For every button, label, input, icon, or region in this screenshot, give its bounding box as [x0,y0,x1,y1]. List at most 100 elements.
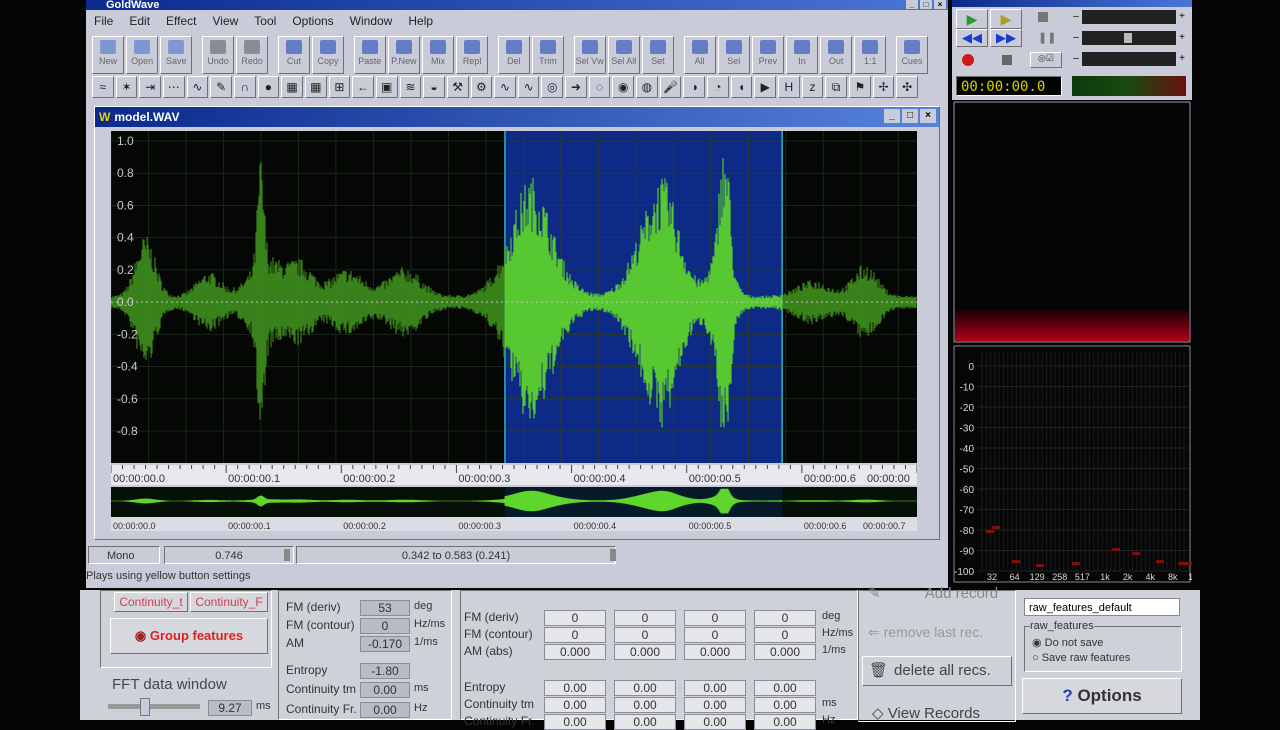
toolbar-redo-button[interactable]: Redo [236,36,269,74]
table-cell[interactable]: 0 [614,610,676,626]
param-value[interactable]: 0 [360,618,410,634]
sound-maximize-button[interactable]: □ [902,109,918,123]
remove-last-button[interactable]: ⇐ remove last rec. [868,624,983,641]
eq-icon[interactable]: ≈ [92,76,114,98]
do-not-save-radio[interactable]: ◉ Do not save [1032,636,1103,649]
echo-icon[interactable]: ◎ [541,76,564,98]
fft-slider[interactable] [108,698,200,716]
overview-waveform[interactable]: 00:00:00.0 00:00:00.1 00:00:00.2 00:00:00.3… [111,487,917,531]
menu-window[interactable]: Window [342,12,401,32]
param-value[interactable]: -1.80 [360,663,410,679]
menu-effect[interactable]: Effect [158,12,204,32]
table-cell[interactable]: 0 [754,610,816,626]
table-cell[interactable]: 0.00 [684,680,746,696]
cursor-slider-handle[interactable] [284,549,290,561]
toolbar-cues-button[interactable]: Cues [895,36,928,74]
back-arrow-icon[interactable]: ← [352,76,374,98]
table-cell[interactable]: 0.00 [754,697,816,713]
close-button[interactable]: × [934,0,946,9]
toolbar-mix-button[interactable]: Mix [421,36,455,74]
dot-icon[interactable]: ● [257,76,280,98]
table-cell[interactable]: 0.000 [544,644,606,660]
menu-view[interactable]: View [205,12,247,32]
volume-slider[interactable]: – + [1070,10,1188,24]
reverse-icon[interactable]: ⇥ [139,76,161,98]
circle-icon[interactable]: ◉ [612,76,635,98]
toolbar-select-view-button[interactable]: Sel Vw [573,36,606,74]
play-icon[interactable]: ▶ [754,76,777,98]
hz-icon[interactable]: H [778,76,800,98]
timer-icon[interactable]: ✣ [896,76,918,98]
rewind-button[interactable]: ◀◀ [956,29,988,47]
toolbar-zoom-previous-button[interactable]: Prev [751,36,784,74]
table-cell[interactable]: 0.00 [684,697,746,713]
table-cell[interactable]: 0 [544,610,606,626]
table-cell[interactable]: 0 [614,627,676,643]
table-cell[interactable]: 0.00 [614,680,676,696]
wave3-icon[interactable]: ∿ [517,76,540,98]
toolbar-copy-button[interactable]: Copy [311,36,345,74]
save-raw-features-radio[interactable]: ○ Save raw features [1032,652,1130,664]
toolbar-zoom-out-button[interactable]: Out [820,36,853,74]
param-value[interactable]: -0.170 [360,636,410,652]
mic-icon[interactable]: 🎤 [659,76,682,98]
toolbar-save-button[interactable]: Save [160,36,193,74]
record-stop-icon[interactable] [1002,55,1012,65]
menu-edit[interactable]: Edit [121,12,158,32]
options-button[interactable]: ? Options [1022,678,1182,714]
wave-icon[interactable]: ∿ [186,76,209,98]
table-cell[interactable]: 0.00 [684,714,746,730]
table-cell[interactable]: 0.00 [544,714,606,730]
toolbar-zoom-1to1-button[interactable]: 1:1 [854,36,887,74]
noise-icon[interactable]: ⋯ [162,76,185,98]
param-value[interactable]: 53 [360,600,410,616]
circle2-icon[interactable]: ◍ [636,76,658,98]
menu-options[interactable]: Options [284,12,341,32]
toolbar-select-all-button[interactable]: Sel All [607,36,640,74]
tool2-icon[interactable]: ⚙ [470,76,493,98]
table-cell[interactable]: 0.000 [614,644,676,660]
toolbar-set-button[interactable]: Set [641,36,674,74]
sound-minimize-button[interactable]: _ [884,109,900,123]
stop-icon[interactable] [1038,12,1048,22]
sound-close-button[interactable]: × [920,109,936,123]
table-cell[interactable]: 0.00 [614,697,676,713]
toolbar-cut-button[interactable]: Cut [277,36,310,74]
fft-slider-thumb[interactable] [140,698,150,716]
pitch-icon[interactable]: ◒ [423,76,445,98]
tool4-icon[interactable]: ⚑ [849,76,871,98]
toolbar-trim-button[interactable]: Trim [531,36,564,74]
table-cell[interactable]: 0.000 [754,644,816,660]
table-cell[interactable]: 0.00 [544,697,606,713]
waveform-view[interactable]: 1.0 0.8 0.6 0.4 0.2 0.0 -0.2 -0.4 -0.6 -0.8 [111,131,917,463]
toolbar-replace-button[interactable]: Repl [456,36,489,74]
arrow-icon[interactable]: ➜ [565,76,587,98]
toolbar-paste-new-button[interactable]: P.New [387,36,420,74]
mix-icon[interactable]: ▣ [375,76,398,98]
record-options-icon[interactable]: ◎☑ [1030,52,1062,68]
toolbar-open-folder-button[interactable]: Open [126,36,159,74]
features-name-input[interactable]: raw_features_default [1024,598,1180,616]
toolbar-delete-button[interactable]: Del [497,36,530,74]
speaker-icon[interactable]: ◔ [707,76,729,98]
table-cell[interactable]: 0.00 [754,680,816,696]
radio-icon[interactable]: ◑ [683,76,706,98]
add-record-button[interactable]: ✎ Add record [868,584,998,602]
selection-slider-handle[interactable] [610,549,616,561]
continuity-f-button[interactable]: Continuity_F [190,592,268,612]
table-cell[interactable]: 0.00 [754,714,816,730]
toolbar-paste-button[interactable]: Paste [353,36,386,74]
pen-icon[interactable]: ✎ [210,76,232,98]
dial-icon[interactable]: ◖ [730,76,753,98]
minimize-button[interactable]: _ [906,0,918,9]
toolbar-zoom-in-button[interactable]: In [785,36,819,74]
pause-icon[interactable]: ❚❚ [1038,31,1056,44]
table-cell[interactable]: 0 [684,610,746,626]
param-value[interactable]: 0.00 [360,682,410,698]
effects-icon[interactable]: ✶ [115,76,138,98]
fft-value[interactable]: 9.27 [208,700,252,716]
play-button[interactable]: ▶ [956,9,988,29]
toolbar-zoom-all-button[interactable]: All [683,36,716,74]
table-cell[interactable]: 0 [684,627,746,643]
table-cell[interactable]: 0 [544,627,606,643]
